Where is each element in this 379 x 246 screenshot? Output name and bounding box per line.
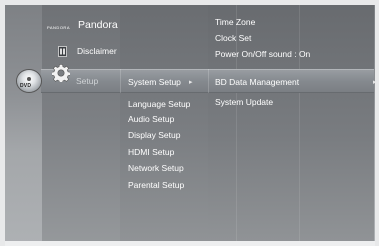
pandora-logo: PANDORA — [47, 25, 70, 30]
highlight-separator — [208, 69, 209, 93]
setup-label: Setup — [76, 76, 99, 86]
setup-menu-item[interactable]: Language Setup — [128, 99, 190, 109]
setup-menu-item[interactable]: Audio Setup — [128, 114, 174, 124]
pandora-label: Pandora — [78, 19, 118, 31]
setup-screen: PANDORA Pandora Disclaimer Setup DVD Sys… — [0, 0, 379, 246]
setup-menu-item[interactable]: Parental Setup — [128, 180, 184, 190]
system-menu-item[interactable]: Power On/Off sound : On — [215, 49, 310, 59]
screen-border — [0, 0, 5, 246]
screen-border — [375, 0, 379, 246]
disc-icon-text: DVD — [20, 83, 32, 89]
disclaimer-icon — [58, 46, 67, 57]
system-menu-item[interactable]: Clock Set — [215, 33, 251, 43]
column-divider — [299, 5, 300, 241]
disc-icon: DVD — [17, 70, 41, 92]
system-menu-selected[interactable]: BD Data Management — [215, 77, 299, 87]
system-menu-item[interactable]: Time Zone — [215, 17, 255, 27]
gear-icon — [52, 64, 70, 82]
setup-menu-selected[interactable]: System Setup — [128, 77, 181, 87]
setup-menu-item[interactable]: Network Setup — [128, 163, 184, 173]
arrow-right-icon: ▸ — [189, 79, 193, 86]
main-menu-column — [42, 5, 120, 241]
setup-menu-item[interactable]: Display Setup — [128, 130, 180, 140]
setup-menu-item[interactable]: HDMI Setup — [128, 147, 174, 157]
system-menu-item[interactable]: System Update — [215, 97, 273, 107]
highlight-separator — [120, 69, 121, 93]
disclaimer-label: Disclaimer — [77, 46, 117, 56]
screen-border — [0, 0, 379, 5]
screen-border — [0, 241, 379, 246]
